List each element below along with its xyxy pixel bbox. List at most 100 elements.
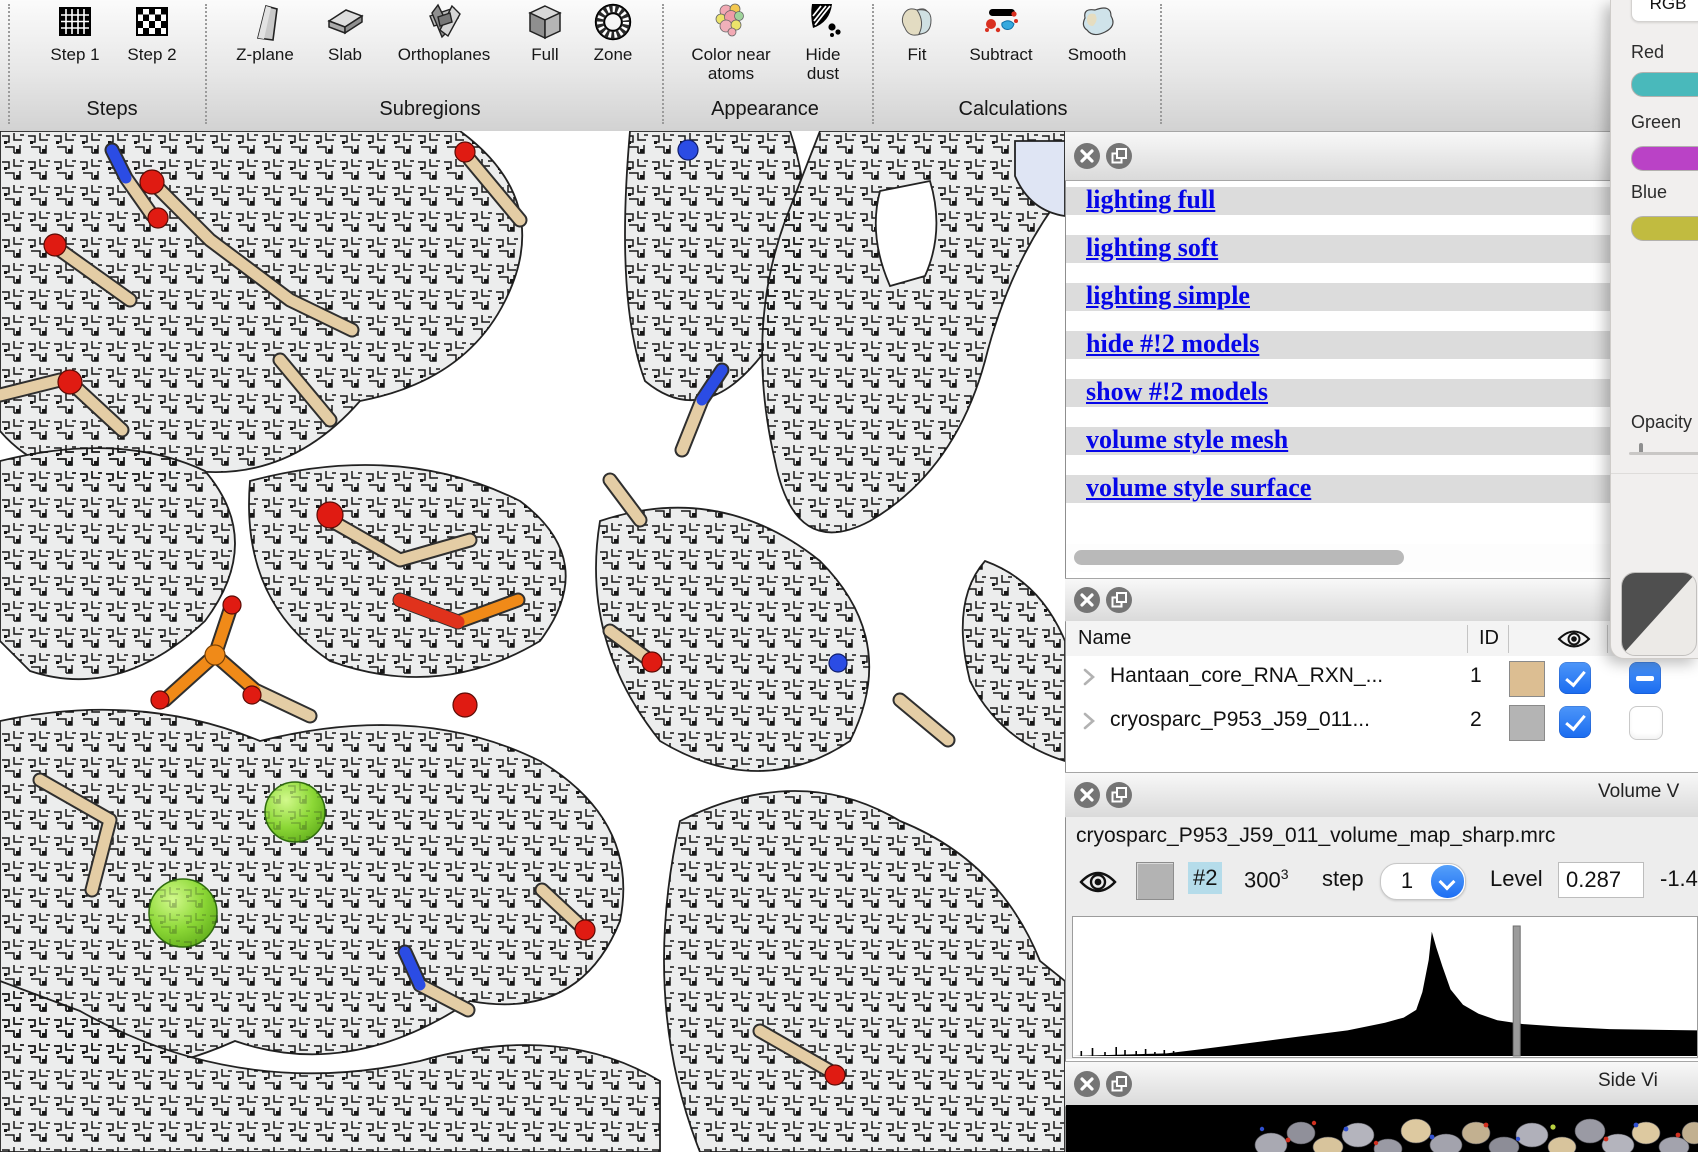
z-plane-icon [245,2,285,42]
link-show-models[interactable]: show #!2 models [1086,377,1268,407]
range-min-value: -1.4 [1660,866,1698,892]
grid-full-icon [55,2,95,42]
blue-slider[interactable] [1631,216,1698,241]
toolbar: Step 1 Step 2 Steps Z-plane Slab [0,0,1698,132]
level-marker-handle[interactable] [1513,926,1520,1056]
smooth-icon [1077,2,1117,42]
blue-slider-label: Blue [1631,182,1667,203]
toolbar-section-appearance: Appearance [711,98,819,121]
current-color-well[interactable] [1621,572,1697,656]
link-lighting-full[interactable]: lighting full [1086,185,1215,215]
eye-icon [1557,628,1591,656]
toolbar-separator [1160,4,1162,124]
chevron-down-icon [1431,865,1464,898]
level-input[interactable] [1558,862,1644,898]
zone-icon [593,2,633,42]
link-lighting-simple[interactable]: lighting simple [1086,281,1250,311]
close-icon[interactable] [1074,587,1100,613]
volume-color-button[interactable] [1136,862,1174,900]
opacity-label: Opacity [1631,412,1692,433]
undock-icon[interactable] [1106,1071,1132,1097]
grid-checker-icon [132,2,172,42]
column-divider [1508,625,1509,653]
table-row-model-1[interactable]: Hantaan_core_RNA_RXN_... 1 [1066,656,1698,700]
chevron-right-icon[interactable] [1082,712,1096,736]
undock-icon[interactable] [1106,782,1132,808]
close-icon[interactable] [1074,782,1100,808]
toolbar-section-subregions: Subregions [379,98,480,121]
color-near-atoms-icon [711,2,751,42]
opacity-slider-track[interactable] [1629,452,1698,455]
subtract-icon [981,2,1021,42]
column-header-id: ID [1479,627,1499,650]
divider [1611,473,1698,474]
horizontal-scrollbar[interactable] [1066,544,1698,572]
model-shown-checkbox[interactable] [1559,706,1591,738]
link-row: show #!2 models [1066,379,1698,407]
toolbar-button-smooth[interactable]: Smooth [1039,0,1155,64]
green-slider[interactable] [1631,146,1698,171]
orthoplanes-icon [424,2,464,42]
volume-viewer-title: Volume V [1598,781,1698,807]
model-name: Hantaan_core_RNA_RXN_... [1110,664,1383,688]
link-volume-style-surface[interactable]: volume style surface [1086,473,1311,503]
toolbar-section-calculations: Calculations [959,98,1068,121]
volume-grid-size: 3003 [1244,866,1289,893]
slab-icon [325,2,365,42]
undock-icon[interactable] [1106,587,1132,613]
column-divider [1467,625,1468,653]
model-panel-header [1065,578,1698,622]
eye-icon[interactable] [1078,868,1118,902]
toolbar-separator [8,4,10,124]
model-color-swatch[interactable] [1509,661,1545,697]
close-icon[interactable] [1074,143,1100,169]
toolbar-button-orthoplanes[interactable]: Orthoplanes [386,0,502,64]
rgb-mode-button[interactable]: RGB [1631,0,1698,22]
side-view-canvas[interactable] [1066,1105,1698,1152]
density-mesh-blobs [0,131,1065,1152]
fit-icon [897,2,937,42]
table-row-model-2[interactable]: cryosparc_P953_J59_011... 2 [1066,700,1698,744]
color-picker-panel: RGB Red Green Blue Opacity [1610,0,1698,659]
undock-icon[interactable] [1106,143,1132,169]
link-row: lighting full [1066,187,1698,215]
red-slider[interactable] [1631,72,1698,97]
step-label: step [1322,866,1364,892]
volume-filename: cryosparc_P953_J59_011_volume_map_sharp.… [1076,824,1555,848]
model-color-swatch[interactable] [1509,705,1545,741]
column-divider [1607,625,1608,653]
step-dropdown[interactable]: 1 [1380,863,1466,900]
level-label: Level [1490,866,1543,892]
small-density-blob [876,181,937,286]
link-row: hide #!2 models [1066,331,1698,359]
model-id: 1 [1470,664,1482,688]
model-name: cryosparc_P953_J59_011... [1110,708,1370,732]
green-slider-label: Green [1631,112,1681,133]
toolbar-button-zone[interactable]: Zone [555,0,671,64]
volume-histogram[interactable] [1072,916,1698,1058]
link-hide-models[interactable]: hide #!2 models [1086,329,1259,359]
link-row: lighting simple [1066,283,1698,311]
model-select-checkbox[interactable] [1629,662,1661,694]
model-shown-checkbox[interactable] [1559,662,1591,694]
toolbar-button-step2[interactable]: Step 2 [94,0,210,64]
volume-model-id: #2 [1188,862,1222,894]
link-lighting-soft[interactable]: lighting soft [1086,233,1218,263]
link-volume-style-mesh[interactable]: volume style mesh [1086,425,1288,455]
model-table-header: Name ID [1066,621,1698,658]
toolbar-section-steps: Steps [86,98,137,121]
scrollbar-thumb[interactable] [1074,550,1404,565]
red-slider-label: Red [1631,42,1664,63]
link-row: volume style surface [1066,475,1698,503]
viewport-3d[interactable] [0,131,1065,1152]
model-select-checkbox[interactable] [1629,706,1663,740]
links-panel-header [1065,131,1698,181]
close-icon[interactable] [1074,1071,1100,1097]
hide-dust-icon [803,2,843,42]
link-row: lighting soft [1066,235,1698,263]
side-view-scene [1066,1105,1698,1152]
link-row: volume style mesh [1066,427,1698,455]
chevron-right-icon[interactable] [1082,668,1096,692]
model-id: 2 [1470,708,1482,732]
step-value: 1 [1381,868,1433,894]
